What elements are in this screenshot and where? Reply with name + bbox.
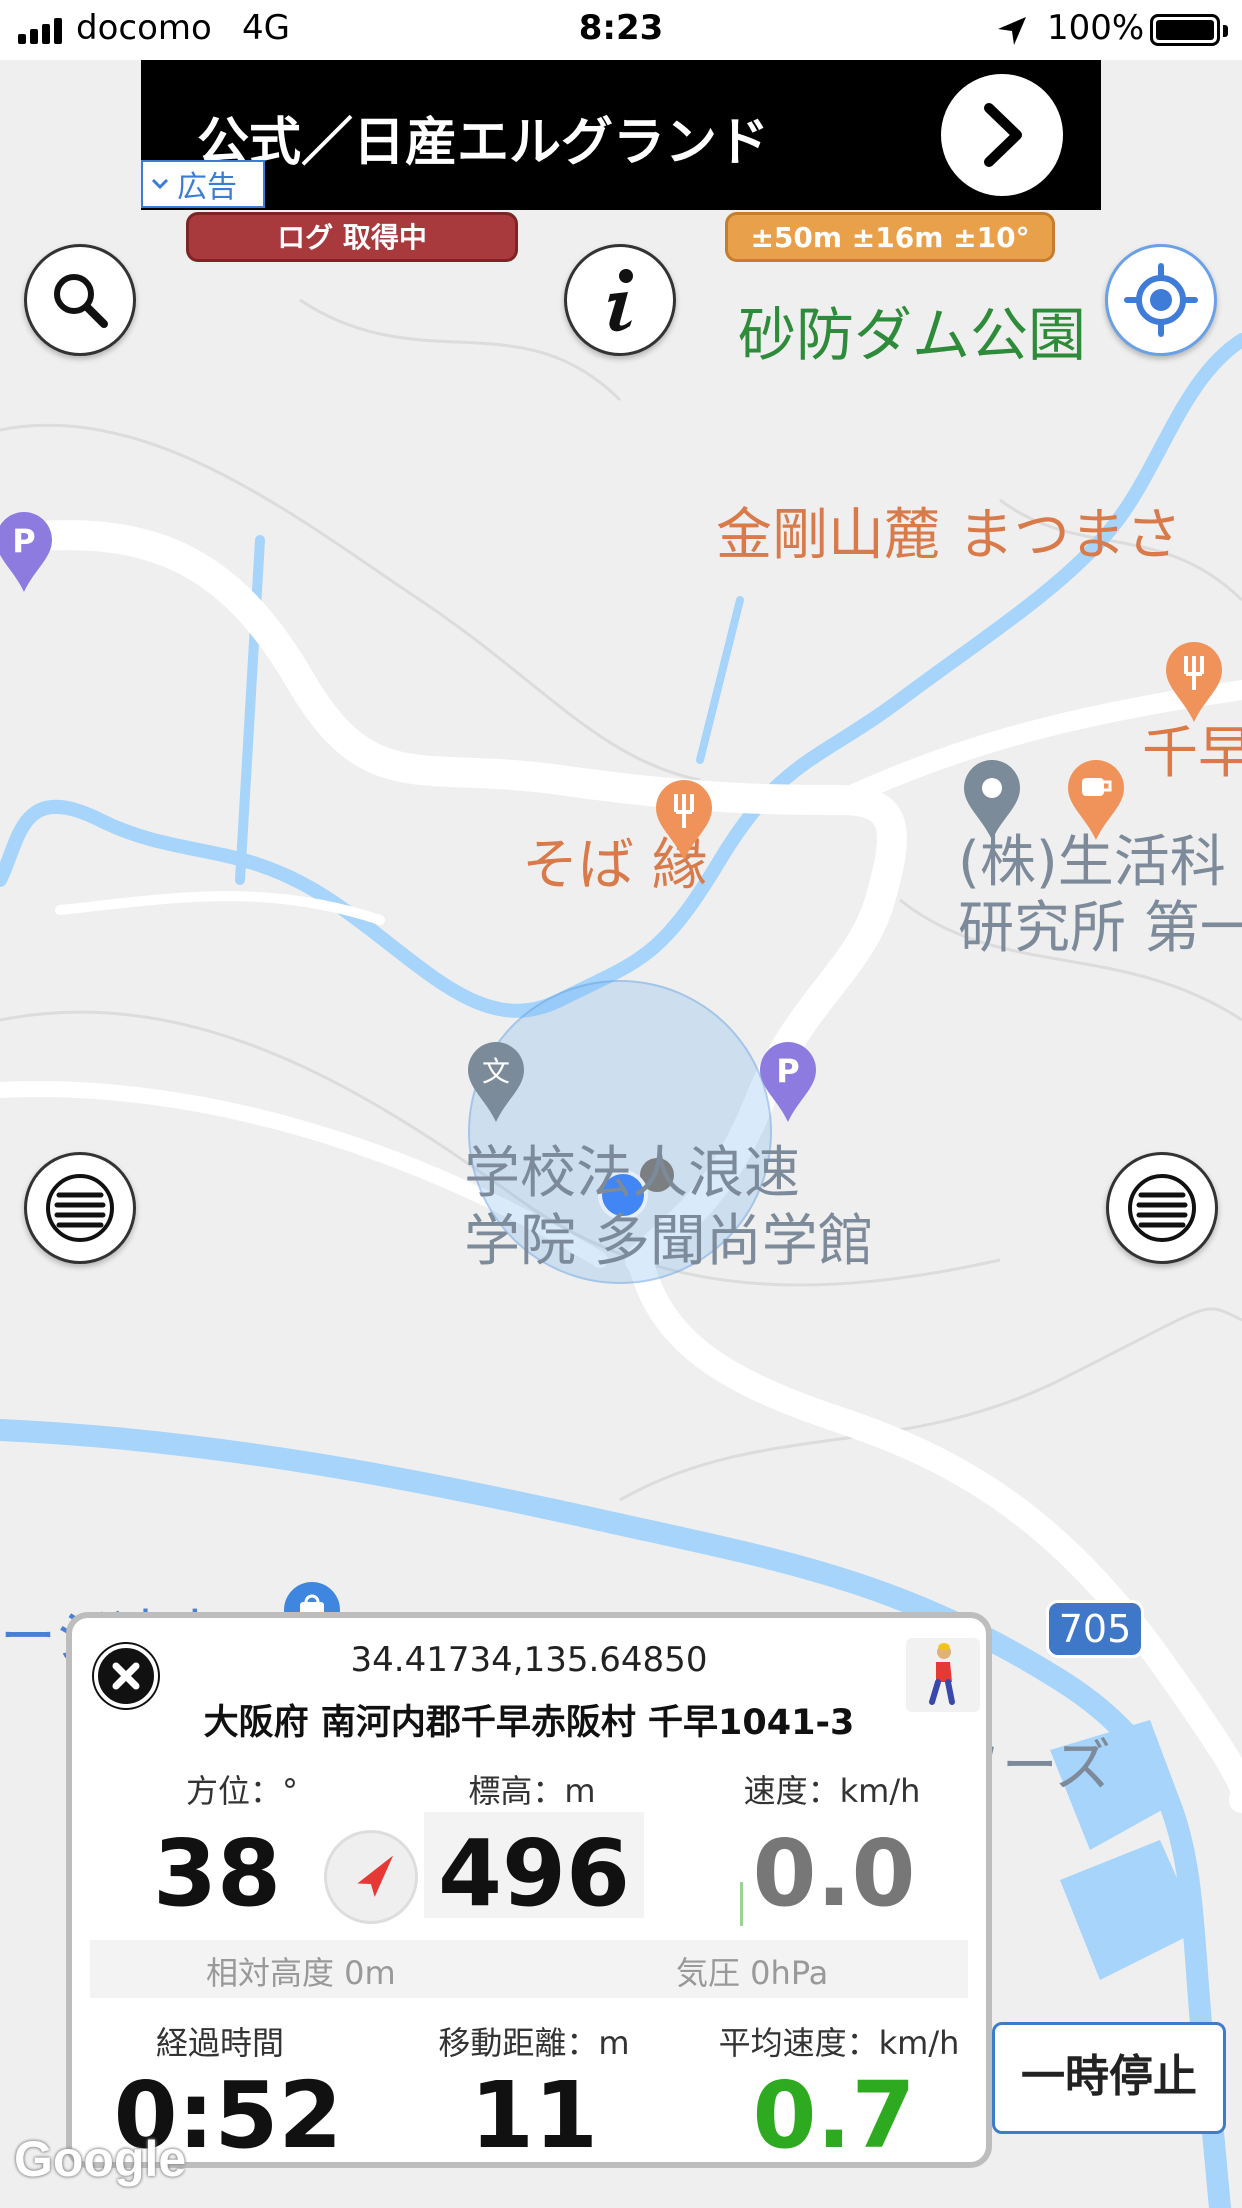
- coordinates: 34.41734,135.64850: [350, 1640, 708, 1680]
- status-bar: docomo 4G 8:23 100%: [0, 0, 1242, 60]
- chevron-right-icon: [984, 103, 1022, 167]
- place-pin-icon[interactable]: [962, 758, 1022, 842]
- map-label-park[interactable]: 砂防ダム公園: [738, 288, 1086, 372]
- pause-label: 一時停止: [1021, 2051, 1197, 2102]
- school-pin-icon[interactable]: 文: [466, 1040, 526, 1124]
- air-pressure: 気圧 0hPa: [676, 1954, 829, 1992]
- route-shield: 705: [1046, 1600, 1144, 1658]
- search-icon: [54, 274, 108, 328]
- location-arrow-icon: [998, 17, 1026, 45]
- ad-tag[interactable]: 広告: [141, 160, 265, 208]
- info-icon: [608, 269, 633, 332]
- elapsed-time-label: 経過時間: [155, 2024, 284, 2062]
- distance-label: 移動距離：m: [438, 2024, 630, 2062]
- battery-percent: 100%: [1047, 8, 1145, 48]
- altitude-label: 標高：m: [468, 1772, 596, 1810]
- chevron-down-icon: [151, 178, 169, 190]
- accuracy-label: ±50m ±16m ±10°: [750, 221, 1030, 254]
- info-panel: 34.41734,135.64850 大阪府 南河内郡千早赤阪村 千早1041-…: [66, 1612, 992, 2169]
- ad-tag-label: 広告: [177, 170, 237, 205]
- speed-label: 速度：km/h: [743, 1772, 921, 1810]
- restaurant-pin-icon[interactable]: [1164, 640, 1224, 724]
- altitude-value: 496: [437, 1820, 631, 1927]
- battery-icon: [1150, 14, 1228, 46]
- heading-value: 38: [152, 1820, 282, 1927]
- average-speed-value: 0.7: [752, 2062, 916, 2169]
- cafe-pin-icon[interactable]: [1066, 758, 1126, 842]
- google-logo-text: Google: [14, 2131, 187, 2187]
- map-label-restaurant[interactable]: 金剛山麓 まつまさ: [716, 490, 1182, 571]
- svg-text:P: P: [12, 522, 35, 560]
- search-button[interactable]: [24, 244, 136, 356]
- parking-pin-icon[interactable]: P: [0, 510, 54, 594]
- menu-icon: [1128, 1174, 1196, 1242]
- left-menu-button[interactable]: [24, 1152, 136, 1264]
- locate-button[interactable]: [1105, 244, 1217, 356]
- svg-text:文: 文: [482, 1055, 510, 1088]
- info-button[interactable]: [564, 244, 676, 356]
- walking-mode-button[interactable]: [906, 1638, 980, 1712]
- map-label-school-line1[interactable]: 学校法人浪速: [464, 1142, 800, 1206]
- relative-altitude: 相対高度 0m: [206, 1954, 396, 1992]
- accuracy-badge: ±50m ±16m ±10°: [725, 212, 1055, 262]
- restaurant-pin-icon[interactable]: [654, 778, 714, 862]
- parking-pin-icon[interactable]: P: [758, 1040, 818, 1124]
- distance-value: 11: [469, 2062, 599, 2169]
- average-speed-label: 平均速度：km/h: [718, 2024, 960, 2062]
- speed-value: 0.0: [752, 1820, 916, 1927]
- route-number: 705: [1058, 1607, 1132, 1651]
- log-status-badge: ログ 取得中: [186, 212, 518, 262]
- ad-arrow-button[interactable]: [941, 74, 1063, 196]
- google-logo: Google: [14, 2130, 186, 2188]
- heading-label: 方位：°: [185, 1772, 298, 1810]
- right-menu-button[interactable]: [1106, 1152, 1218, 1264]
- svg-text:P: P: [776, 1052, 799, 1090]
- menu-icon: [46, 1174, 114, 1242]
- pause-button[interactable]: 一時停止: [992, 2022, 1226, 2134]
- ad-title: 公式／日産エルグランド: [197, 113, 770, 173]
- log-status-label: ログ 取得中: [277, 221, 427, 254]
- map-label-company-line2[interactable]: 研究所 第一: [958, 896, 1242, 962]
- ad-banner[interactable]: 公式／日産エルグランド: [141, 60, 1101, 210]
- map-label-school-line2[interactable]: 学院 多聞尚学館: [464, 1210, 874, 1274]
- locate-icon: [1124, 263, 1198, 337]
- walking-icon: [929, 1643, 955, 1705]
- address: 大阪府 南河内郡千早赤阪村 千早1041-3: [203, 1703, 855, 1743]
